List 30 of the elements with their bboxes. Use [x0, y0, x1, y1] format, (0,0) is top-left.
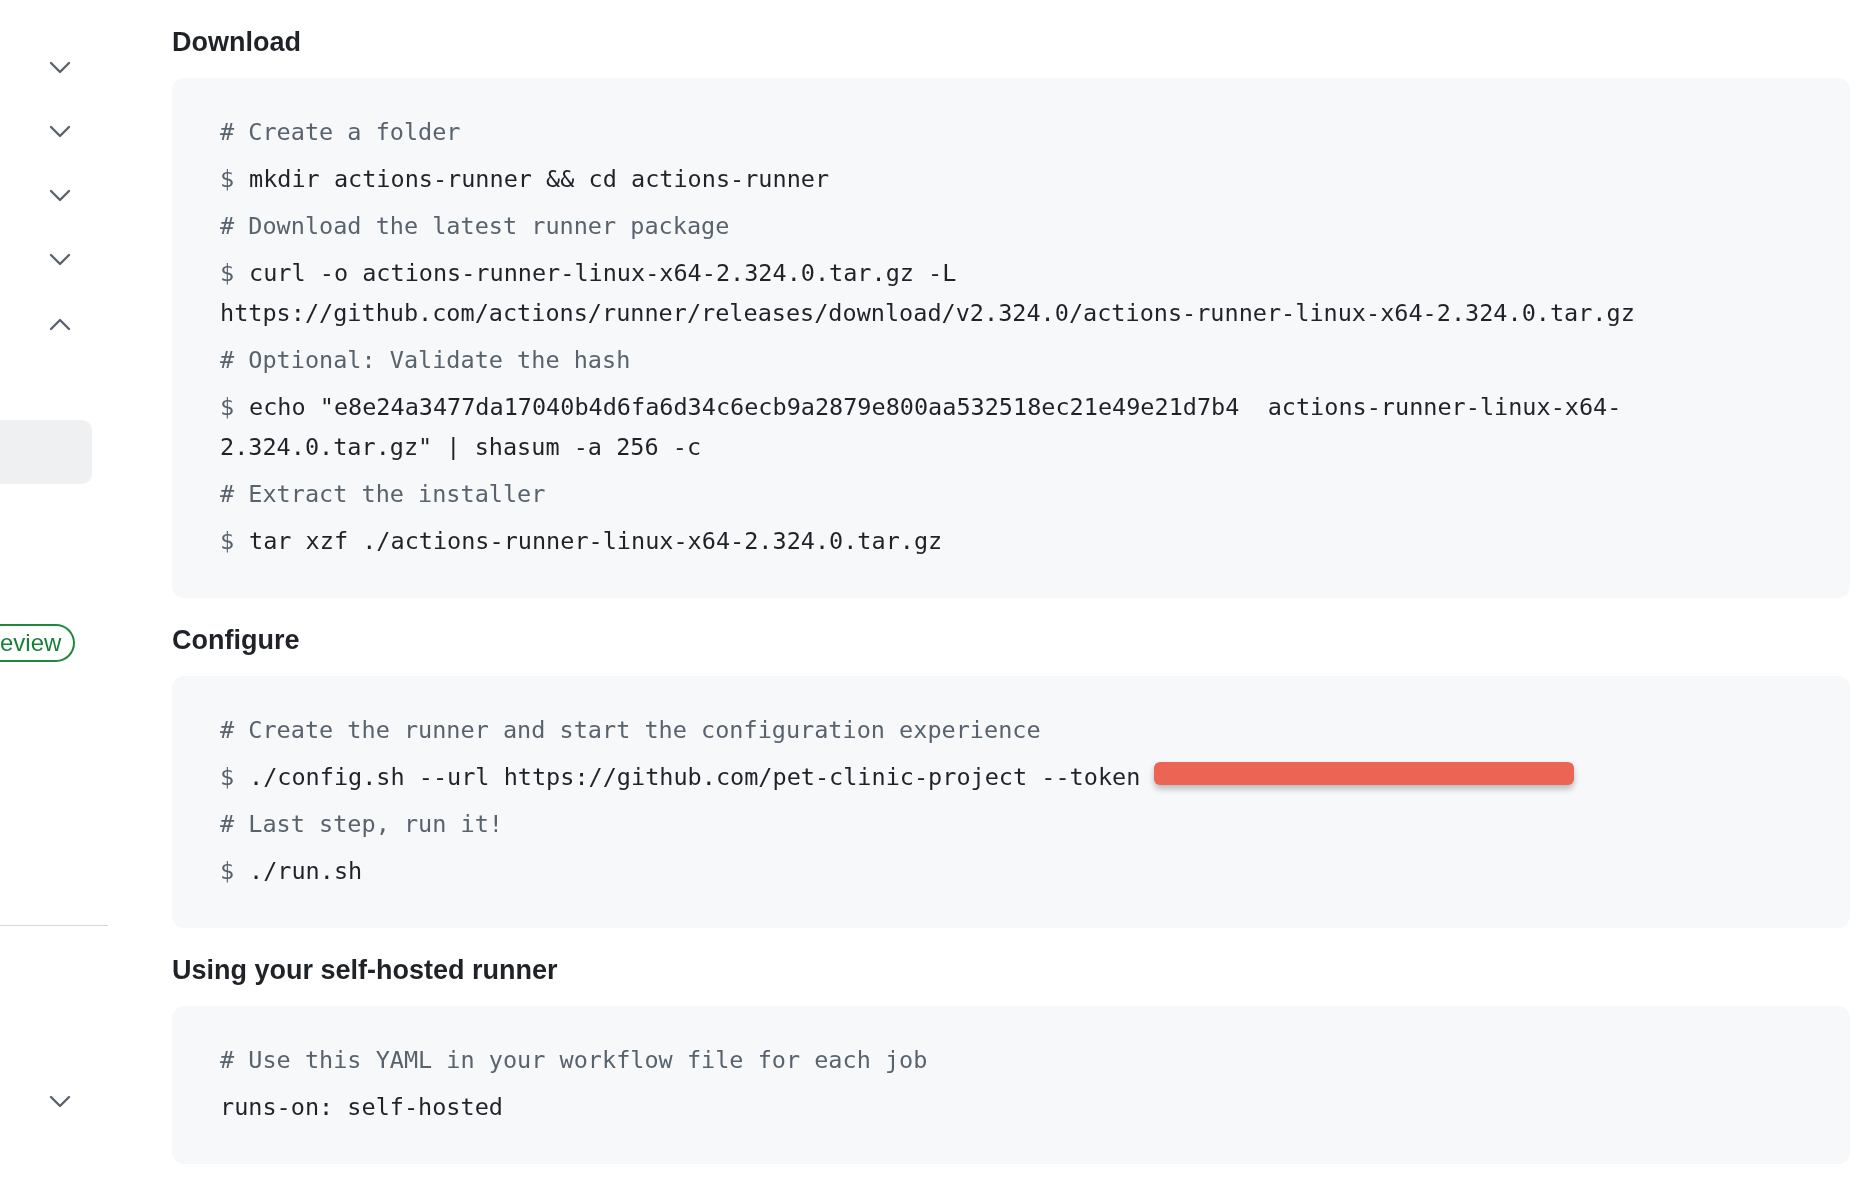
- prompt-symbol: $: [220, 164, 236, 195]
- code-comment: # Download the latest runner package: [220, 211, 731, 242]
- chevron-down-icon[interactable]: [49, 1095, 71, 1109]
- code-command: tar xzf ./actions-runner-linux-x64-2.324.0.tar.gz: [249, 526, 943, 557]
- code-comment: # Extract the installer: [220, 479, 547, 510]
- code-command: 2.324.0.tar.gz" | shasum -a 256 -c: [220, 432, 702, 463]
- chevron-down-icon[interactable]: [49, 253, 71, 267]
- code-command: curl -o actions-runner-linux-x64-2.324.0.tar.gz -L: [249, 258, 957, 289]
- code-comment: # Optional: Validate the hash: [220, 345, 632, 376]
- code-comment: # Last step, run it!: [220, 809, 504, 840]
- chevron-down-icon[interactable]: [49, 125, 71, 139]
- chevron-up-icon[interactable]: [49, 317, 71, 331]
- prompt-symbol: $: [220, 762, 236, 793]
- code-command: ./config.sh --url https://github.com/pet-clinic-project --token: [249, 762, 1141, 793]
- section-heading: Configure: [172, 624, 301, 657]
- status-label: eview: [0, 624, 76, 662]
- code-line: runs-on: self-hosted: [220, 1092, 503, 1123]
- chevron-down-icon[interactable]: [49, 61, 71, 75]
- code-command: ./run.sh: [249, 856, 363, 887]
- code-comment: # Create the runner and start the configuration experience: [220, 715, 1042, 746]
- code-comment: # Use this YAML in your workflow file for each job: [220, 1045, 929, 1076]
- code-command: mkdir actions-runner && cd actions-runner: [249, 164, 830, 195]
- prompt-symbol: $: [220, 856, 236, 887]
- chevron-down-icon[interactable]: [49, 189, 71, 203]
- section-heading: Download: [172, 26, 302, 59]
- code-comment: # Create a folder: [220, 117, 462, 148]
- code-command: https://github.com/actions/runner/releases/download/v2.324.0/actions-runner-linux-x64-2.324.0.tar.gz: [220, 298, 1635, 329]
- section-heading: Using your self-hosted runner: [172, 954, 559, 987]
- prompt-symbol: $: [220, 526, 236, 557]
- code-command: echo "e8e24a3477da17040b4d6fa6d34c6ecb9a2879e800aa532518ec21e49e21d7b4 actions-runner-linux-x64-: [249, 392, 1622, 423]
